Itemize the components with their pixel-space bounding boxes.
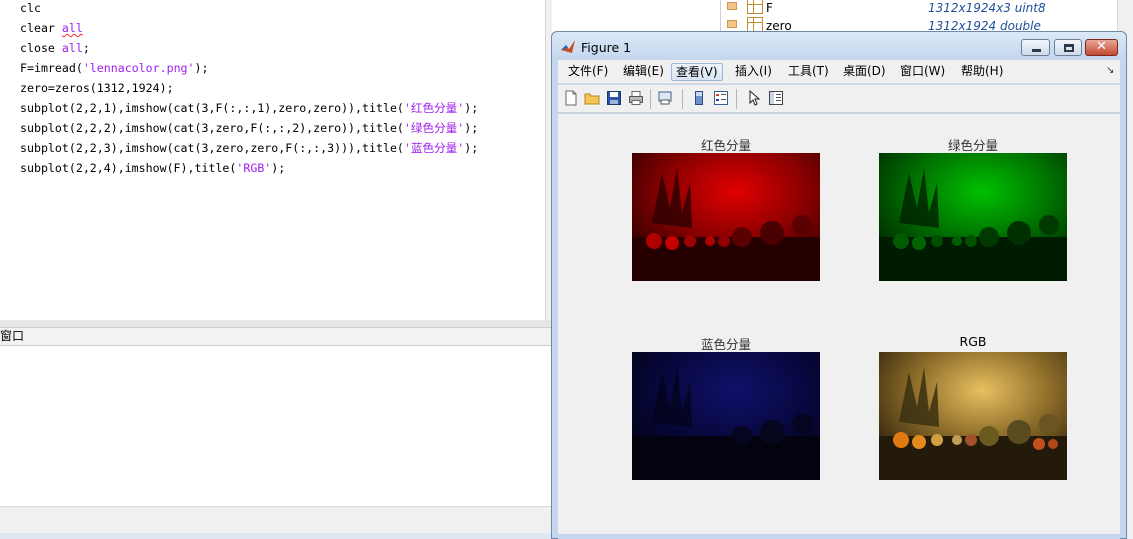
matlab-logo-icon [561,40,575,53]
image-rgb [879,352,1067,480]
minimize-icon [1032,49,1041,52]
code-string: '红色分量' [403,101,465,115]
subplot-title: 蓝色分量 [700,337,751,352]
code-line[interactable]: subplot(2,2,2),imshow(cat(3,zero,F(:,:,2… [20,121,478,141]
code-string: 'RGB' [236,161,272,175]
select-arrow-icon[interactable] [746,90,762,106]
code-text: clear [20,21,62,35]
code-text: F=imread( [20,61,83,75]
panel-splitter[interactable] [0,320,551,328]
command-window-header: 窗口 [0,328,551,346]
property-editor-icon[interactable] [768,90,784,106]
bottom-edge [0,533,551,539]
workspace-row[interactable]: F 1312x1924x3 uint8 [721,0,1118,19]
code-line[interactable]: F=imread('lennacolor.png'); [20,61,208,81]
new-file-icon[interactable] [563,90,579,106]
subplot-title: 红色分量 [700,138,751,153]
minimize-button[interactable] [1021,39,1050,56]
code-line[interactable]: clc [20,1,41,21]
code-string: 'lennacolor.png' [82,61,195,75]
code-text: ); [464,121,479,135]
maximize-button[interactable] [1054,39,1082,56]
figure-canvas[interactable]: 红色分量 绿色分量 蓝色分量 RGB [558,114,1120,534]
code-line[interactable]: close all; [20,41,90,61]
toolbar-separator [736,89,737,109]
close-button[interactable]: ✕ [1085,39,1118,56]
menu-desktop[interactable]: 桌面(D) [839,63,890,81]
code-text: clc [20,1,41,15]
code-string: '蓝色分量' [403,141,465,155]
menu-insert[interactable]: 插入(I) [731,63,776,81]
code-text: subplot(2,2,3),imshow(cat(3,zero,zero,F(… [20,141,404,155]
menu-window[interactable]: 窗口(W) [896,63,949,81]
code-text: ); [194,61,209,75]
code-line[interactable]: subplot(2,2,1),imshow(cat(3,F(:,:,1),zer… [20,101,478,121]
command-window-label: 窗口 [0,329,25,343]
code-line[interactable]: subplot(2,2,3),imshow(cat(3,zero,zero,F(… [20,141,478,161]
figure-bottom-frame [558,534,1120,539]
image-green-channel [879,153,1067,281]
image-blue-channel [632,352,820,480]
menu-file[interactable]: 文件(F) [564,63,612,81]
code-editor[interactable]: clc clear all close all; F=imread('lenna… [0,0,545,320]
figure-titlebar[interactable]: Figure 1 ✕ [552,32,1126,60]
code-text: ); [464,141,479,155]
menu-overflow-icon[interactable]: ↘ [1106,65,1114,76]
code-text: ); [464,101,479,115]
code-keyword: all [61,21,83,35]
workspace-panel: F 1312x1924x3 uint8 zero 1312x1924 doubl… [720,0,1118,33]
row-marker [727,2,737,10]
subplot-title: 绿色分量 [947,138,998,153]
maximize-icon [1064,44,1074,52]
row-marker [727,20,737,28]
command-window[interactable] [0,346,551,506]
matrix-icon [747,17,763,32]
legend-icon[interactable] [713,90,729,106]
code-text: subplot(2,2,2),imshow(cat(3,zero,F(:,:,2… [20,121,404,135]
toolbar-separator [650,89,651,109]
code-text: ; [82,41,90,55]
save-icon[interactable] [606,90,622,106]
image-red-channel [632,153,820,281]
variable-value: 1312x1924x3 uint8 [928,1,1046,15]
code-text: zero=zeros(1312,1924); [20,81,174,95]
close-icon: ✕ [1096,39,1107,54]
code-line[interactable]: zero=zeros(1312,1924); [20,81,174,101]
print-preview-icon[interactable] [657,90,673,106]
code-line[interactable]: subplot(2,2,4),imshow(F),title('RGB'); [20,161,285,181]
code-text: ); [271,161,286,175]
code-line[interactable]: clear all [20,21,83,41]
figure-title: Figure 1 [581,40,632,55]
toolbar-separator [682,89,683,109]
figure-menubar: 文件(F) 编辑(E) 查看(V) 插入(I) 工具(T) 桌面(D) 窗口(W… [558,60,1120,84]
matrix-icon [747,0,763,14]
code-text: subplot(2,2,1),imshow(cat(3,F(:,:,1),zer… [20,101,404,115]
menu-tools[interactable]: 工具(T) [784,63,833,81]
menu-help[interactable]: 帮助(H) [957,63,1007,81]
menu-edit[interactable]: 编辑(E) [619,63,668,81]
figure-window: Figure 1 ✕ 文件(F) 编辑(E) 查看(V) 插入(I) 工具(T)… [551,31,1127,539]
code-text: subplot(2,2,4),imshow(F),title( [20,161,237,175]
open-folder-icon[interactable] [584,90,600,106]
code-string: '绿色分量' [403,121,465,135]
print-icon[interactable] [628,90,644,106]
colorbar-icon[interactable] [691,90,707,106]
menu-view[interactable]: 查看(V) [671,63,723,81]
subplot-title: RGB [959,334,987,349]
code-keyword: all [61,41,83,55]
variable-name: F [766,1,773,15]
figure-toolbar [558,85,1120,113]
code-text: close [20,41,62,55]
